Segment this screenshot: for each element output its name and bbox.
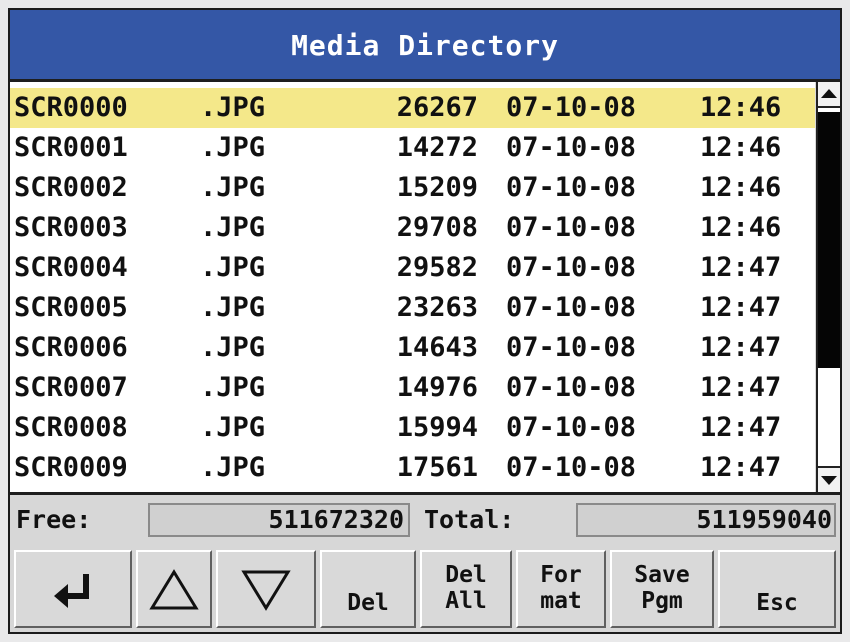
scroll-down-button[interactable] xyxy=(818,466,840,492)
file-extension: .JPG xyxy=(200,332,266,363)
delete-all-label-line2: All xyxy=(445,588,487,614)
file-time: 12:47 xyxy=(700,452,782,483)
file-date: 07-10-08 xyxy=(506,372,637,403)
file-row[interactable]: SCR0006 .JPG 14643 07-10-08 12:47 xyxy=(10,328,815,368)
file-size: 15209 xyxy=(396,172,478,203)
format-button[interactable]: For mat xyxy=(516,550,606,628)
file-name: SCR0007 xyxy=(14,372,128,403)
file-date: 07-10-08 xyxy=(506,212,637,243)
file-date: 07-10-08 xyxy=(506,412,637,443)
file-row[interactable]: SCR0003 .JPG 29708 07-10-08 12:46 xyxy=(10,208,815,248)
status-bar: Free: 511672320 Total: 511959040 xyxy=(10,492,840,544)
file-extension: .JPG xyxy=(200,292,266,323)
escape-button[interactable]: Esc xyxy=(718,550,836,628)
vertical-scrollbar[interactable] xyxy=(816,82,840,492)
file-extension: .JPG xyxy=(200,252,266,283)
arrow-down-icon xyxy=(821,476,837,485)
file-row[interactable]: SCR0000 .JPG 26267 07-10-08 12:46 xyxy=(10,88,815,128)
file-extension: .JPG xyxy=(200,132,266,163)
file-list: SCR0000 .JPG 26267 07-10-08 12:46 SCR000… xyxy=(10,82,815,492)
total-label: Total: xyxy=(424,505,515,534)
file-size: 29582 xyxy=(396,252,478,283)
button-bar: Del Del All For mat Save Pgm Esc xyxy=(10,544,840,632)
arrow-up-icon xyxy=(821,89,837,98)
file-time: 12:47 xyxy=(700,372,782,403)
file-row[interactable]: SCR0009 .JPG 17561 07-10-08 12:47 xyxy=(10,448,815,488)
file-size: 17561 xyxy=(396,452,478,483)
file-size: 15994 xyxy=(396,412,478,443)
total-value: 511959040 xyxy=(696,505,832,534)
file-size: 14976 xyxy=(396,372,478,403)
file-row[interactable]: SCR0005 .JPG 23263 07-10-08 12:47 xyxy=(10,288,815,328)
triangle-up-icon xyxy=(149,569,199,610)
up-button[interactable] xyxy=(136,550,212,628)
file-date: 07-10-08 xyxy=(506,452,637,483)
file-extension: .JPG xyxy=(200,92,266,123)
free-label: Free: xyxy=(16,505,92,534)
media-directory-screen: Media Directory SCR0000 .JPG 26267 07-10… xyxy=(8,8,842,634)
file-time: 12:46 xyxy=(700,92,782,123)
file-extension: .JPG xyxy=(200,172,266,203)
file-extension: .JPG xyxy=(200,412,266,443)
file-name: SCR0005 xyxy=(14,292,128,323)
file-date: 07-10-08 xyxy=(506,252,637,283)
file-row[interactable]: SCR0002 .JPG 15209 07-10-08 12:46 xyxy=(10,168,815,208)
scroll-up-button[interactable] xyxy=(818,82,840,108)
file-date: 07-10-08 xyxy=(506,332,637,363)
file-name: SCR0001 xyxy=(14,132,128,163)
file-name: SCR0003 xyxy=(14,212,128,243)
file-date: 07-10-08 xyxy=(506,292,637,323)
enter-arrow-icon xyxy=(54,574,89,608)
file-time: 12:46 xyxy=(700,212,782,243)
file-name: SCR0000 xyxy=(14,92,128,123)
file-extension: .JPG xyxy=(200,372,266,403)
file-extension: .JPG xyxy=(200,452,266,483)
file-name: SCR0006 xyxy=(14,332,128,363)
file-name: SCR0009 xyxy=(14,452,128,483)
file-size: 29708 xyxy=(396,212,478,243)
window-title: Media Directory xyxy=(291,29,559,62)
down-button[interactable] xyxy=(216,550,316,628)
format-label-line2: mat xyxy=(540,588,582,614)
file-row[interactable]: SCR0007 .JPG 14976 07-10-08 12:47 xyxy=(10,368,815,408)
file-time: 12:46 xyxy=(700,132,782,163)
file-row[interactable]: SCR0001 .JPG 14272 07-10-08 12:46 xyxy=(10,128,815,168)
file-date: 07-10-08 xyxy=(506,132,637,163)
triangle-down-icon xyxy=(241,570,291,611)
delete-all-button[interactable]: Del All xyxy=(420,550,512,628)
file-time: 12:46 xyxy=(700,172,782,203)
save-program-button[interactable]: Save Pgm xyxy=(610,550,714,628)
file-date: 07-10-08 xyxy=(506,172,637,203)
title-bar: Media Directory xyxy=(10,10,840,82)
file-name: SCR0008 xyxy=(14,412,128,443)
escape-label: Esc xyxy=(756,590,798,616)
file-name: SCR0002 xyxy=(14,172,128,203)
enter-button[interactable] xyxy=(14,550,132,628)
file-time: 12:47 xyxy=(700,292,782,323)
file-date: 07-10-08 xyxy=(506,92,637,123)
file-extension: .JPG xyxy=(200,212,266,243)
delete-label: Del xyxy=(347,590,389,616)
file-time: 12:47 xyxy=(700,412,782,443)
file-time: 12:47 xyxy=(700,252,782,283)
file-row[interactable]: SCR0008 .JPG 15994 07-10-08 12:47 xyxy=(10,408,815,448)
file-time: 12:47 xyxy=(700,332,782,363)
scroll-thumb[interactable] xyxy=(818,112,840,368)
file-row[interactable]: SCR0004 .JPG 29582 07-10-08 12:47 xyxy=(10,248,815,288)
format-label-line1: For xyxy=(540,562,582,588)
delete-button[interactable]: Del xyxy=(320,550,416,628)
save-program-label-line2: Pgm xyxy=(641,588,683,614)
file-size: 14272 xyxy=(396,132,478,163)
file-size: 23263 xyxy=(396,292,478,323)
save-program-label-line1: Save xyxy=(634,562,690,588)
delete-all-label-line1: Del xyxy=(445,562,487,588)
file-size: 26267 xyxy=(396,92,478,123)
file-size: 14643 xyxy=(396,332,478,363)
file-name: SCR0004 xyxy=(14,252,128,283)
free-value: 511672320 xyxy=(268,505,404,534)
